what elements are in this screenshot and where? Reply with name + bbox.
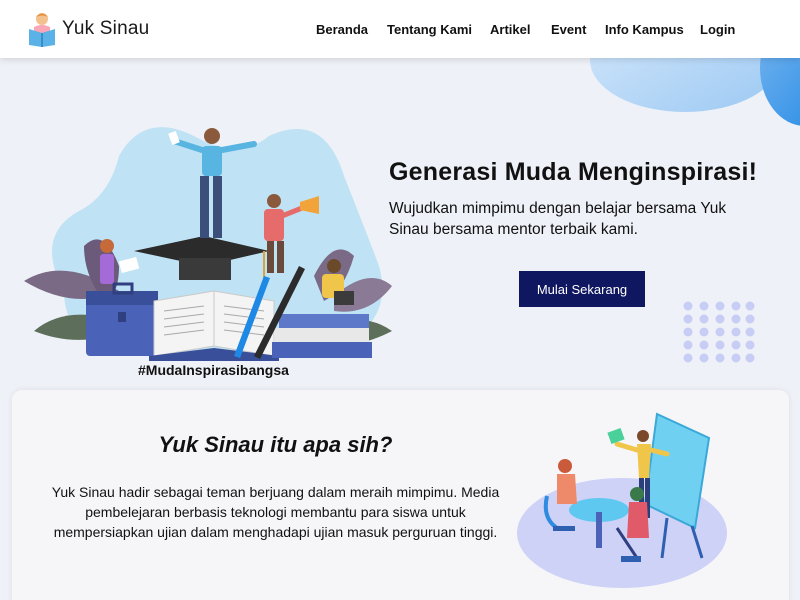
presentation-illustration [517,412,727,588]
about-card: Yuk Sinau itu apa sih? Yuk Sinau hadir s… [12,390,789,600]
nav-login[interactable]: Login [700,22,735,37]
dot-grid-decoration [683,301,755,363]
about-text: Yuk Sinau hadir sebagai teman berjuang d… [51,484,500,540]
mulai-sekarang-button[interactable]: Mulai Sekarang [519,271,645,307]
nav-tentang-kami[interactable]: Tentang Kami [387,22,472,37]
education-illustration [24,127,392,361]
hashtag: #MudaInspirasibangsa [138,362,289,378]
reading-person-logo-icon [29,13,55,47]
hero-title: Generasi Muda Menginspirasi! [389,158,758,186]
decorative-blob [590,58,800,126]
nav-beranda[interactable]: Beranda [316,22,368,37]
nav-event[interactable]: Event [551,22,586,37]
hero-subtitle: Wujudkan mimpimu dengan belajar bersama … [389,200,727,238]
nav-info-kampus[interactable]: Info Kampus [605,22,684,37]
nav-artikel[interactable]: Artikel [490,22,530,37]
brand[interactable]: Yuk Sinau [28,11,149,47]
about-title: Yuk Sinau itu apa sih? [158,432,393,457]
brand-name: Yuk Sinau [62,18,150,39]
navbar: Yuk Sinau Beranda Tentang Kami Artikel E… [0,0,800,58]
